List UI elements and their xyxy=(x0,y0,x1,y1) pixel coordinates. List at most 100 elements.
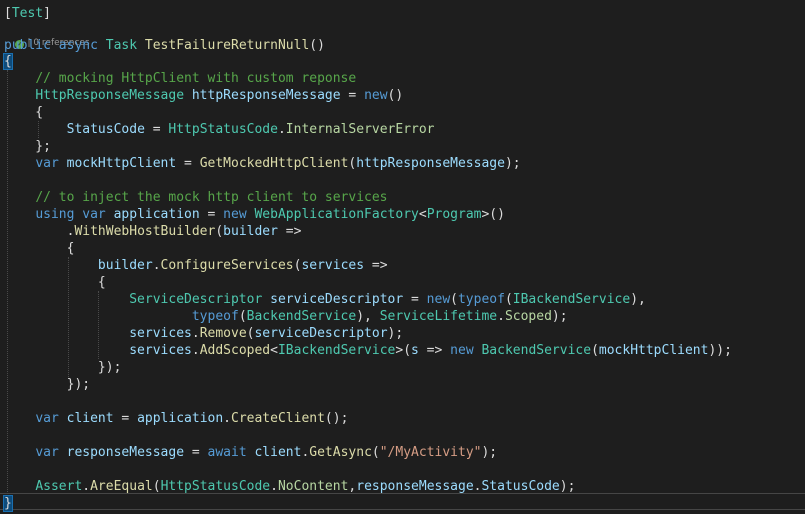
code-line[interactable]: { xyxy=(4,104,43,121)
code-token: Remove xyxy=(199,326,247,341)
code-line[interactable]: { xyxy=(4,240,75,257)
code-token: typeof xyxy=(457,292,505,307)
code-token: ( xyxy=(504,292,513,307)
code-token: NoContent xyxy=(277,479,349,494)
code-line[interactable]: var client = application.CreateClient(); xyxy=(4,410,348,427)
code-line[interactable]: } xyxy=(3,495,13,512)
code-token: IBackendService xyxy=(512,292,631,307)
code-token: StatusCode xyxy=(66,122,145,137)
code-token: IBackendService xyxy=(277,343,396,358)
code-token: InternalServerError xyxy=(285,122,435,137)
code-line[interactable]: { xyxy=(3,53,13,70)
code-token: Program xyxy=(426,207,482,222)
code-token: var xyxy=(35,156,59,171)
code-token: httpResponseMessage xyxy=(356,156,505,171)
code-line[interactable]: HttpResponseMessage httpResponseMessage … xyxy=(4,87,403,104)
code-line[interactable]: builder.ConfigureServices(services => xyxy=(4,257,388,274)
current-line-highlight xyxy=(0,493,805,510)
code-token: = xyxy=(176,156,200,171)
code-token: => xyxy=(277,224,302,239)
code-line[interactable]: StatusCode = HttpStatusCode.InternalServ… xyxy=(4,121,435,138)
code-line[interactable]: }); xyxy=(4,376,90,393)
code-token: async xyxy=(58,38,98,53)
code-token: public xyxy=(4,38,51,53)
code-token: ] xyxy=(43,6,51,21)
code-line[interactable]: services.Remove(serviceDescriptor); xyxy=(4,325,403,342)
code-line[interactable]: ServiceDescriptor serviceDescriptor = ne… xyxy=(4,291,646,308)
code-token: ( xyxy=(371,445,380,460)
code-line[interactable]: }); xyxy=(4,359,122,376)
code-token: AreEqual xyxy=(90,479,153,494)
code-token: await xyxy=(207,445,247,460)
code-line[interactable]: // to inject the mock http client to ser… xyxy=(4,189,388,206)
code-token: HttpStatusCode xyxy=(168,122,278,137)
code-token: . xyxy=(270,479,278,494)
code-token: httpResponseMessage xyxy=(191,88,341,103)
code-token: () xyxy=(387,88,404,103)
code-token: CreateClient xyxy=(231,411,325,426)
code-line[interactable]: Assert.AreEqual(HttpStatusCode.NoContent… xyxy=(4,478,575,495)
code-token: ); xyxy=(387,326,404,341)
code-token: HttpStatusCode xyxy=(160,479,271,494)
code-line[interactable]: using var application = new WebApplicati… xyxy=(4,206,505,223)
code-token: Test xyxy=(11,6,44,21)
code-token: typeof xyxy=(191,309,239,324)
code-token: services xyxy=(301,258,365,273)
code-token: = xyxy=(199,207,224,222)
codelens-references[interactable]: ✓ | 0 references xyxy=(4,25,90,49)
code-token: . xyxy=(277,122,286,137)
code-token: HttpResponseMessage xyxy=(35,88,185,103)
code-line[interactable]: // mocking HttpClient with custom repons… xyxy=(4,70,356,87)
code-token: }); xyxy=(4,360,122,375)
code-line[interactable]: services.AddScoped<IBackendService>(s =>… xyxy=(4,342,732,359)
code-token: { xyxy=(4,241,75,256)
code-token: = xyxy=(144,122,169,137)
code-token: serviceDescriptor xyxy=(254,326,388,341)
code-token: >() xyxy=(481,207,505,222)
code-token: )); xyxy=(708,343,732,358)
code-line[interactable]: }; xyxy=(4,138,51,155)
code-token: Assert xyxy=(35,479,83,494)
code-token: new xyxy=(223,207,247,222)
code-token: ); xyxy=(504,156,521,171)
code-line[interactable]: typeof(BackendService), ServiceLifetime.… xyxy=(4,308,568,325)
code-token: serviceDescriptor xyxy=(270,292,404,307)
code-line[interactable]: [Test] xyxy=(4,5,51,22)
code-token: // to inject the mock http client to ser… xyxy=(35,190,388,205)
code-token: => xyxy=(364,258,388,273)
code-token: BackendService xyxy=(246,309,357,324)
code-token: }); xyxy=(4,377,91,392)
code-token: WebApplicationFactory xyxy=(254,207,419,222)
code-token: < xyxy=(270,343,278,358)
code-token: . xyxy=(497,309,505,324)
code-line[interactable]: var mockHttpClient = GetMockedHttpClient… xyxy=(4,155,521,172)
code-token: { xyxy=(4,275,106,290)
code-token: GetMockedHttpClient xyxy=(199,156,349,171)
code-token: = xyxy=(340,88,365,103)
code-line[interactable]: { xyxy=(4,274,106,291)
code-editor[interactable]: ✓ | 0 references [Test] public async Task … xyxy=(0,0,805,514)
code-token: builder xyxy=(223,224,278,239)
code-line[interactable]: .WithWebHostBuilder(builder => xyxy=(4,223,302,240)
code-line[interactable]: public async Task TestFailureReturnNull(… xyxy=(4,37,325,54)
code-token: "/MyActivity" xyxy=(379,445,482,460)
matched-brace: { xyxy=(3,53,13,70)
code-token: >( xyxy=(395,343,412,358)
code-token: ( xyxy=(215,224,224,239)
code-line[interactable]: var responseMessage = await client.GetAs… xyxy=(4,444,497,461)
code-token: client xyxy=(254,445,302,460)
code-token: . xyxy=(152,258,161,273)
